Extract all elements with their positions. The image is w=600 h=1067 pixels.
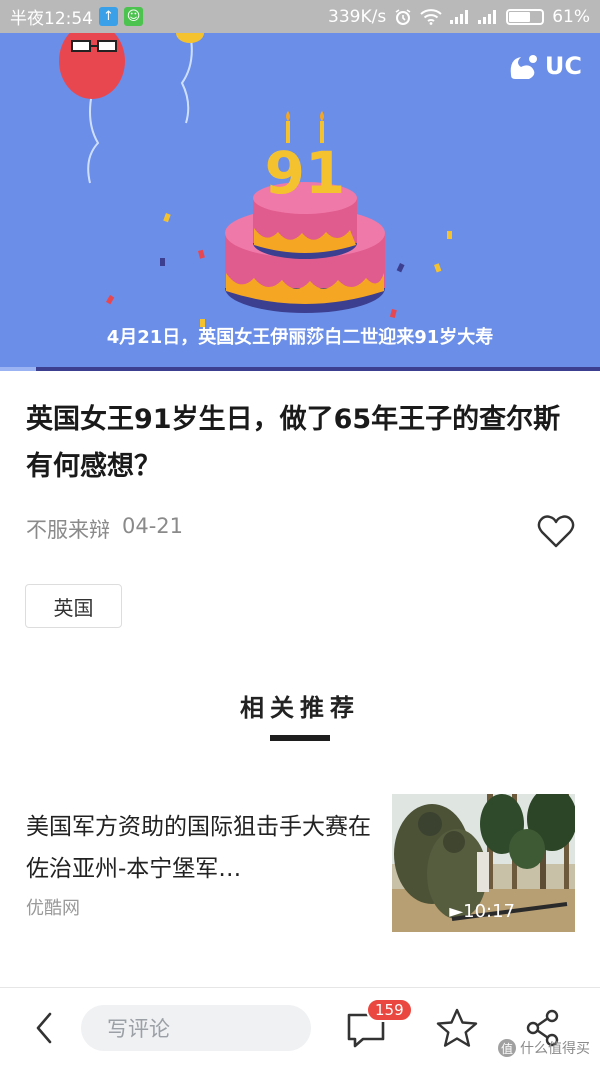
related-item-thumbnail[interactable]: ►10:17 [392, 794, 575, 932]
signal-icon-2 [478, 9, 497, 24]
uc-logo-text: UC [544, 52, 582, 80]
video-progress-bar[interactable] [0, 367, 600, 371]
signal-icon [450, 9, 469, 24]
watermark-logo: 值 [498, 1039, 516, 1057]
battery-icon [506, 8, 545, 25]
wechat-icon: ☺ [124, 7, 143, 26]
related-item-title[interactable]: 美国军方资助的国际狙击手大赛在佐治亚州-本宁堡军… [26, 806, 371, 890]
alarm-icon [395, 8, 411, 25]
comment-placeholder: 写评论 [107, 1017, 170, 1041]
network-speed: 339K/s [328, 6, 387, 27]
chevron-left-icon[interactable] [30, 1010, 60, 1046]
star-icon[interactable] [436, 1008, 478, 1048]
heart-icon[interactable] [537, 513, 575, 549]
uc-logo: UC [507, 51, 582, 81]
bottom-toolbar: 写评论 159 值 什么值得买 [0, 987, 600, 1067]
birthday-illustration: 91 [59, 33, 452, 327]
related-heading: 相关推荐 [240, 694, 360, 722]
video-progress-fill [0, 367, 36, 371]
video-duration: ►10:17 [449, 901, 515, 922]
article-author[interactable]: 不服来辩 [26, 514, 110, 544]
cake-number: 91 [265, 139, 346, 207]
battery-level [509, 11, 530, 22]
related-item-source: 优酷网 [26, 898, 80, 919]
related-heading-underline [270, 735, 330, 741]
battery-percent: 61% [552, 6, 590, 27]
article-date: 04-21 [122, 514, 184, 538]
status-bar: 半夜12:54 ↑ ☺ 339K/s 61% [0, 0, 600, 33]
article-title: 英国女王91岁生日，做了65年王子的查尔斯有何感想？ [26, 404, 561, 482]
hero-video[interactable]: 91 UC 4月21日，英国女王伊丽莎白二世迎来91岁大寿 [0, 33, 600, 367]
watermark-text: 什么值得买 [520, 1041, 590, 1057]
list-item[interactable]: 美国军方资助的国际狙击手大赛在佐治亚州-本宁堡军… 优酷网 ►10:17 [0, 790, 600, 940]
uc-squirrel-icon [510, 55, 537, 79]
wifi-icon [420, 8, 442, 25]
status-time: 半夜12:54 [10, 9, 93, 29]
comment-count-badge: 159 [366, 998, 413, 1022]
hero-caption: 4月21日，英国女王伊丽莎白二世迎来91岁大寿 [106, 327, 494, 348]
watermark: 值 什么值得买 [498, 1038, 590, 1058]
topic-tag[interactable]: 英国 [25, 584, 122, 628]
upload-icon: ↑ [99, 7, 118, 26]
article-meta: 不服来辩 04-21 [26, 514, 183, 544]
comment-input[interactable]: 写评论 [81, 1005, 311, 1051]
